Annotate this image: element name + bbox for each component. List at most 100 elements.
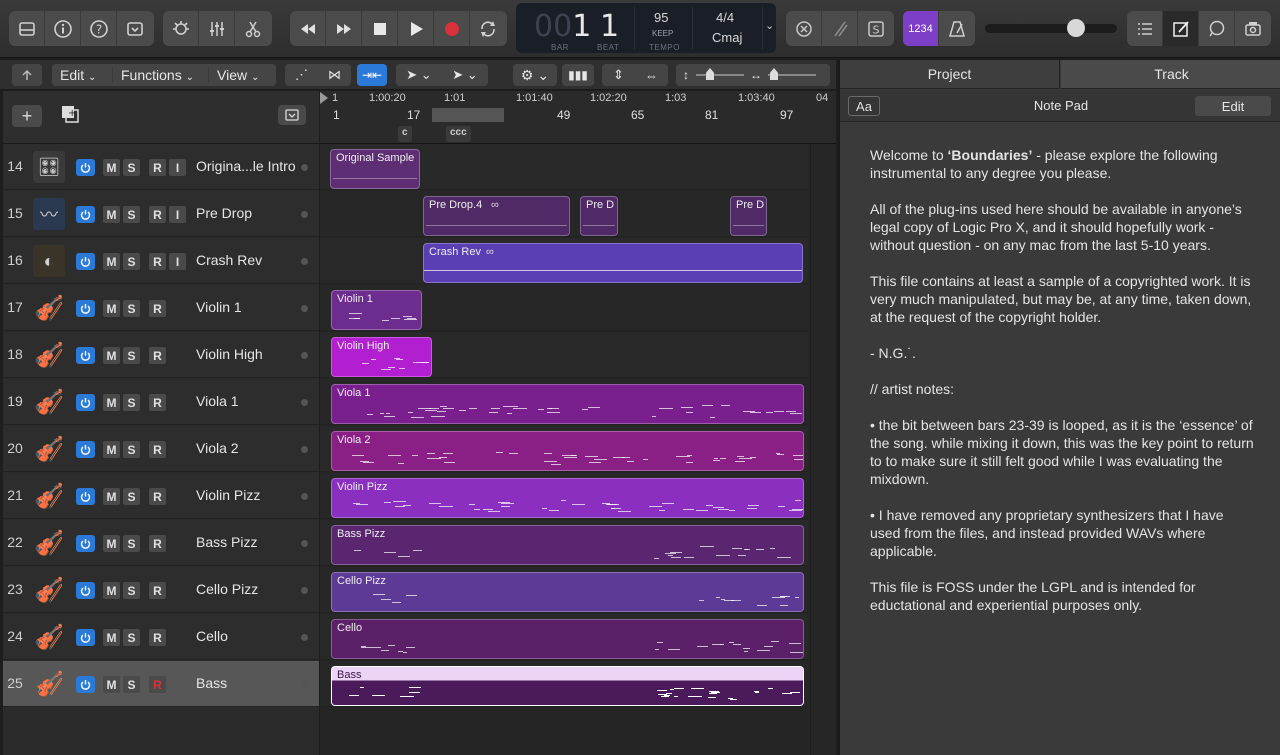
solo-button[interactable]: S bbox=[123, 629, 140, 646]
region[interactable]: Bass Pizz bbox=[331, 525, 804, 565]
record-enable-button[interactable]: R bbox=[149, 206, 166, 223]
horizontal-fit-icon[interactable]: ⇔ bbox=[635, 68, 668, 83]
mute-button[interactable]: M bbox=[103, 253, 120, 270]
track-on-button[interactable] bbox=[76, 206, 95, 223]
track-name[interactable]: Violin Pizz bbox=[196, 487, 260, 503]
cycle-region[interactable] bbox=[432, 108, 504, 122]
lcd-dropdown-icon[interactable]: ⌄ bbox=[765, 19, 774, 32]
editors-button[interactable] bbox=[235, 11, 271, 46]
region[interactable]: Violin Pizz bbox=[331, 478, 804, 518]
region[interactable]: Cello bbox=[331, 619, 804, 659]
view-menu[interactable]: View ⌄ bbox=[208, 67, 276, 83]
track-name[interactable]: Viola 2 bbox=[196, 440, 239, 456]
browsers-button[interactable] bbox=[1235, 11, 1271, 46]
solo-button[interactable]: S bbox=[123, 676, 140, 693]
track-header[interactable]: 19 🎻 M S R Viola 1 bbox=[3, 379, 319, 425]
mute-button[interactable]: M bbox=[103, 300, 120, 317]
toolbar-toggle-button[interactable] bbox=[117, 11, 153, 46]
cycle-button[interactable] bbox=[470, 11, 506, 46]
mute-button[interactable]: M bbox=[103, 347, 120, 364]
record-button[interactable] bbox=[434, 11, 470, 46]
tuning-button[interactable] bbox=[822, 11, 858, 46]
metronome-button[interactable] bbox=[939, 11, 975, 46]
region[interactable]: Pre D bbox=[580, 196, 618, 236]
font-button[interactable]: Aa bbox=[848, 96, 880, 116]
solo-button[interactable]: S bbox=[123, 535, 140, 552]
count-in-button[interactable]: 1234 bbox=[903, 11, 939, 46]
region[interactable]: Cello Pizz bbox=[331, 572, 804, 612]
input-monitor-button[interactable]: I bbox=[169, 206, 186, 223]
replace-button[interactable] bbox=[786, 11, 822, 46]
mute-button[interactable]: M bbox=[103, 206, 120, 223]
solo-button[interactable]: S bbox=[123, 159, 140, 176]
violin-section-icon[interactable]: 🎻 bbox=[33, 292, 65, 324]
track-name[interactable]: Crash Rev bbox=[196, 252, 262, 268]
smart-controls-button[interactable] bbox=[163, 11, 199, 46]
vertical-zoom-slider[interactable] bbox=[696, 64, 744, 86]
cello-icon[interactable]: 🎻 bbox=[33, 574, 65, 606]
track-on-button[interactable] bbox=[76, 394, 95, 411]
marker-c[interactable]: c bbox=[398, 126, 412, 142]
track-name[interactable]: Cello bbox=[196, 628, 228, 644]
lcd-display[interactable]: 001 1 BAR BEAT 95 KEEP TEMPO 4/4 Cmaj ⌄ bbox=[516, 3, 776, 53]
forward-button[interactable] bbox=[326, 11, 362, 46]
record-enable-button[interactable]: R bbox=[149, 676, 166, 693]
vertical-scrollbar[interactable] bbox=[810, 144, 836, 755]
catch-button[interactable]: ⇥⇤ bbox=[357, 64, 387, 86]
track-on-button[interactable] bbox=[76, 582, 95, 599]
double-bass-icon[interactable]: 🎻 bbox=[33, 668, 65, 700]
region[interactable]: Crash Rev ∞ bbox=[423, 243, 803, 283]
sampler-icon[interactable]: 🎛 bbox=[33, 151, 65, 183]
tab-track[interactable]: Track bbox=[1061, 60, 1280, 89]
violin-section-icon[interactable]: 🎻 bbox=[33, 339, 65, 371]
track-header[interactable]: 25 🎻 M S R Bass bbox=[3, 661, 319, 707]
mute-button[interactable]: M bbox=[103, 488, 120, 505]
track-name[interactable]: Origina...le Intro bbox=[196, 158, 296, 174]
input-monitor-button[interactable]: I bbox=[169, 159, 186, 176]
region[interactable]: Viola 1 bbox=[331, 384, 804, 424]
track-name[interactable]: Viola 1 bbox=[196, 393, 239, 409]
horizontal-zoom-slider[interactable] bbox=[768, 64, 816, 86]
stop-button[interactable] bbox=[362, 11, 398, 46]
region[interactable]: Bass bbox=[331, 666, 804, 706]
track-on-button[interactable] bbox=[76, 488, 95, 505]
region[interactable]: Pre D bbox=[730, 196, 767, 236]
global-tracks-button[interactable] bbox=[278, 105, 306, 125]
bass-section-icon[interactable]: 🎻 bbox=[33, 527, 65, 559]
track-header[interactable]: 15 〰 M S R I Pre Drop bbox=[3, 191, 319, 237]
cymbal-icon[interactable]: ◐ bbox=[33, 245, 65, 277]
viola-section-icon[interactable]: 🎻 bbox=[33, 386, 65, 418]
input-monitor-button[interactable]: I bbox=[169, 253, 186, 270]
solo-button[interactable]: S bbox=[123, 394, 140, 411]
track-header[interactable]: 24 🎻 M S R Cello bbox=[3, 614, 319, 660]
region[interactable]: Violin High bbox=[331, 337, 432, 377]
back-button[interactable] bbox=[12, 64, 42, 86]
track-header[interactable]: 16 ◐ M S R I Crash Rev bbox=[3, 238, 319, 284]
mute-button[interactable]: M bbox=[103, 582, 120, 599]
mixer-button[interactable] bbox=[199, 11, 235, 46]
track-on-button[interactable] bbox=[76, 629, 95, 646]
note-pad-button[interactable] bbox=[1163, 11, 1199, 46]
master-volume-slider[interactable] bbox=[985, 19, 1117, 37]
mute-button[interactable]: M bbox=[103, 535, 120, 552]
vertical-fit-icon[interactable]: ⇕ bbox=[602, 67, 635, 83]
audio-waveform-icon[interactable]: 〰 bbox=[33, 198, 65, 230]
solo-mode-button[interactable]: S bbox=[858, 11, 894, 46]
track-on-button[interactable] bbox=[76, 300, 95, 317]
solo-button[interactable]: S bbox=[123, 253, 140, 270]
rewind-button[interactable] bbox=[290, 11, 326, 46]
automation-icon[interactable]: ⋰ bbox=[285, 67, 318, 83]
region[interactable]: Violin 1 bbox=[331, 290, 422, 330]
track-name[interactable]: Bass Pizz bbox=[196, 534, 257, 550]
viola-section-icon[interactable]: 🎻 bbox=[33, 433, 65, 465]
edit-button[interactable]: Edit bbox=[1195, 96, 1271, 116]
track-header[interactable]: 18 🎻 M S R Violin High bbox=[3, 332, 319, 378]
loop-browser-button[interactable] bbox=[1199, 11, 1235, 46]
waveform-button[interactable]: ▮▮▮ bbox=[562, 64, 594, 86]
record-enable-button[interactable]: R bbox=[149, 347, 166, 364]
record-enable-button[interactable]: R bbox=[149, 629, 166, 646]
solo-button[interactable]: S bbox=[123, 206, 140, 223]
track-on-button[interactable] bbox=[76, 347, 95, 364]
cello-section-icon[interactable]: 🎻 bbox=[33, 621, 65, 653]
track-name[interactable]: Bass bbox=[196, 675, 227, 691]
